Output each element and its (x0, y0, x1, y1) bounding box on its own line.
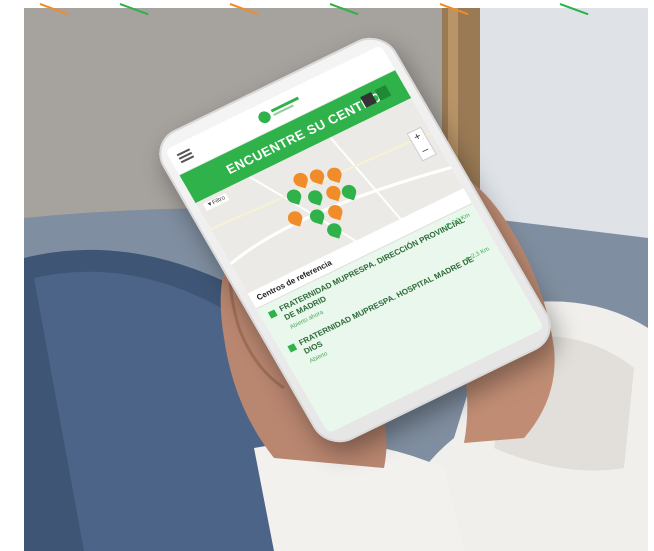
center-marker-icon (287, 343, 298, 353)
center-marker-icon (267, 309, 278, 319)
smartphone: ENCUENTRE SU CENTRO ▼Filtro + – Centros … (148, 28, 562, 452)
background-photo: ENCUENTRE SU CENTRO ▼Filtro + – Centros … (24, 8, 648, 551)
phone-screen: ENCUENTRE SU CENTRO ▼Filtro + – Centros … (164, 45, 545, 434)
photo-scene: ENCUENTRE SU CENTRO ▼Filtro + – Centros … (0, 0, 654, 551)
menu-icon[interactable] (176, 148, 195, 164)
phone-body: ENCUENTRE SU CENTRO ▼Filtro + – Centros … (148, 28, 562, 452)
